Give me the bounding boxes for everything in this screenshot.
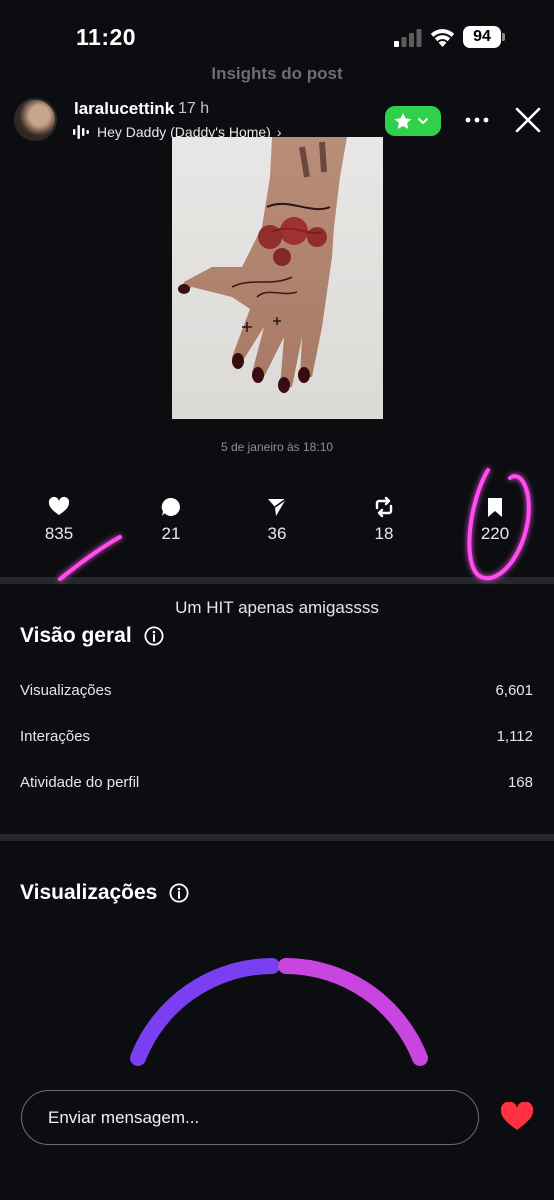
story-caption: Um HIT apenas amigassss	[175, 598, 379, 617]
post-age: 17 h	[178, 100, 210, 117]
star-icon	[394, 113, 428, 129]
cellular-signal-icon	[394, 29, 422, 47]
comments-count: 21	[161, 524, 181, 543]
views-heading: Visualizações	[20, 881, 189, 905]
message-bar	[0, 1070, 554, 1200]
battery-level: 94	[463, 26, 501, 48]
status-time: 11:20	[76, 24, 137, 50]
close-friends-badge[interactable]	[385, 106, 441, 136]
section-divider	[0, 834, 554, 841]
overview-heading: Visão geral	[20, 624, 164, 648]
views-gauge	[130, 958, 428, 1066]
stat-value: 168	[507, 774, 533, 791]
post-date: 5 de janeiro às 18:10	[220, 440, 334, 454]
tattoo-hand-image	[178, 137, 347, 393]
close-icon[interactable]	[514, 106, 542, 134]
battery-tip	[502, 33, 505, 41]
metric-reposts: 18	[344, 496, 424, 544]
username[interactable]: laralucettink	[74, 99, 174, 119]
metric-saves: 220	[455, 496, 535, 544]
metric-comments: 21	[131, 496, 211, 544]
comment-icon	[161, 497, 180, 516]
likes-count: 835	[44, 524, 74, 543]
insights-title: Insights do post	[211, 64, 343, 83]
more-options-icon[interactable]	[464, 112, 490, 128]
battery-indicator: 94	[463, 26, 505, 48]
stat-label: Atividade do perfil	[20, 774, 140, 791]
overview-title: Visão geral	[20, 624, 132, 647]
bookmark-icon	[488, 498, 502, 517]
metric-shares: 36	[237, 496, 317, 544]
heart-icon[interactable]	[500, 1102, 534, 1132]
stat-row-profile-activity[interactable]: Atividade do perfil 168	[20, 774, 533, 796]
stat-row-views[interactable]: Visualizações 6,601	[20, 682, 533, 704]
gauge-segment-magenta	[278, 958, 428, 1066]
wifi-icon	[430, 29, 455, 47]
repost-icon	[375, 496, 393, 518]
reposts-count: 18	[374, 524, 394, 543]
section-divider	[0, 577, 554, 584]
stat-label: Visualizações	[20, 682, 112, 699]
saves-count: 220	[480, 524, 510, 543]
heart-icon	[48, 496, 70, 515]
stat-value: 6,601	[495, 682, 533, 699]
info-icon[interactable]	[169, 883, 189, 903]
stat-row-interactions[interactable]: Interações 1,112	[20, 728, 533, 750]
avatar[interactable]	[14, 98, 57, 141]
views-title: Visualizações	[20, 881, 158, 904]
insights-header-background: Insights do post	[0, 58, 554, 84]
info-icon[interactable]	[144, 626, 164, 646]
stat-value: 1,112	[496, 728, 533, 745]
stat-label: Interações	[20, 728, 91, 745]
audio-bars-icon	[73, 125, 89, 139]
gauge-segment-purple	[130, 958, 280, 1066]
message-input[interactable]	[21, 1090, 479, 1145]
metric-likes: 835	[19, 496, 99, 544]
share-icon	[268, 498, 287, 516]
story-photo[interactable]	[172, 137, 383, 419]
shares-count: 36	[267, 524, 287, 543]
